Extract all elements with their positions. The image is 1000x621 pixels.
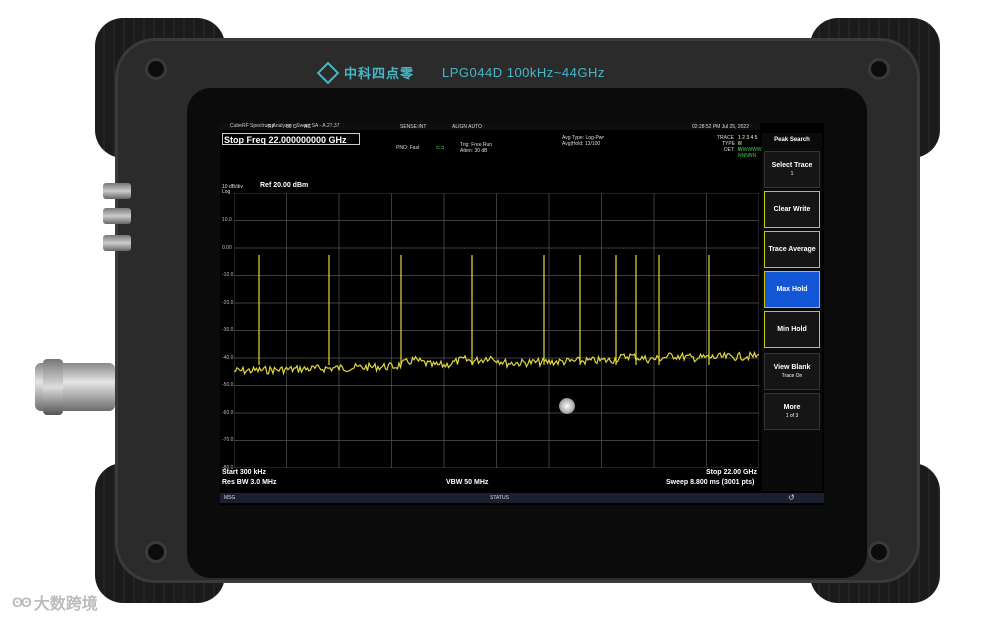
screw-icon — [868, 58, 890, 80]
status-label: STATUS — [490, 495, 509, 501]
status-sense: SENSE:INT — [400, 124, 427, 130]
stop-freq-label: Stop 22.00 GHz — [706, 469, 757, 476]
analyzer-screen: CubeRF Spectrum Analyzer - Swept SA - A.… — [220, 123, 824, 505]
active-function-field[interactable]: Stop Freq 22.000000000 GHz — [222, 133, 360, 145]
view-blank-button[interactable]: View Blank Trace On — [764, 353, 820, 390]
y-tick-label: 0.00 — [222, 244, 232, 251]
start-freq-label: Start 300 kHz — [222, 469, 266, 476]
y-tick-label: -70.0 — [222, 437, 234, 443]
y-tick-label: -30.0 — [222, 327, 234, 333]
softkey-menu-title: Peak Search — [774, 137, 810, 143]
more-button[interactable]: More 1 of 3 — [764, 393, 820, 430]
softkey-label: Trace Average — [768, 246, 816, 253]
status-impedance: 50 Ω — [286, 124, 297, 130]
y-tick-label: -20.0 — [222, 299, 234, 306]
screw-icon — [868, 541, 890, 563]
y-tick-label: -50.0 — [222, 382, 234, 388]
y-tick-label: -60.0 — [222, 409, 234, 416]
y-tick-label: -40.0 — [222, 354, 234, 361]
softkey-label: View Blank — [773, 364, 811, 371]
softkey-panel: Peak Search Select Trace 1 Clear Write T… — [762, 133, 822, 491]
log-label: Log — [222, 189, 231, 195]
brand-logo-icon — [316, 61, 340, 84]
measurement-header: Stop Freq 22.000000000 GHz RF 50 Ω AC SE… — [220, 124, 762, 165]
avg-hold-label: Avg|Hold: 13/100 — [562, 141, 601, 147]
min-hold-button[interactable]: Min Hold — [764, 311, 820, 348]
softkey-label: Select Trace — [771, 162, 813, 169]
vbw-label: VBW 50 MHz — [446, 479, 489, 486]
trace-average-button[interactable]: Trace Average — [764, 231, 820, 268]
model-label: LPG044D 100kHz~44GHz — [442, 65, 605, 80]
softkey-label: More — [783, 404, 801, 411]
connector-port — [103, 183, 131, 199]
window-title: CubeRF Spectrum Analyzer - Swept SA - A.… — [220, 123, 760, 130]
watermark: ʘʘ 大数跨境 — [12, 590, 98, 614]
softkey-label: Max Hold — [776, 286, 808, 293]
screw-icon — [145, 58, 167, 80]
rf-input-connector — [35, 359, 115, 415]
status-rf: RF — [268, 124, 275, 130]
ref-level-label: Ref 20.00 dBm — [260, 182, 309, 189]
clear-write-button[interactable]: Clear Write — [764, 191, 820, 228]
res-bw-label: Res BW 3.0 MHz — [222, 479, 277, 486]
softkey-label: Min Hold — [777, 326, 807, 333]
softkey-sub: Trace On — [781, 373, 803, 379]
datetime-label: 02:28:52 PM Jul 25, 2022 — [692, 124, 749, 130]
brand-logo-text: 中科四点零 — [344, 66, 415, 81]
select-trace-button[interactable]: Select Trace 1 — [764, 151, 820, 188]
watermark-text: 大数跨境 — [33, 596, 98, 613]
status-coupling: AC — [304, 124, 311, 130]
brand-header: 中科四点零 LPG044D 100kHz~44GHz — [316, 61, 605, 84]
det-label: DET — [724, 147, 734, 153]
pno-label: PNO: Fast — [396, 145, 420, 151]
softkey-sub: 1 — [790, 171, 794, 177]
spectrum-plot[interactable] — [234, 193, 759, 468]
touch-cursor-icon — [559, 398, 575, 414]
y-tick-label: 10.0 — [222, 217, 232, 223]
spectrum-trace-svg — [234, 193, 759, 468]
max-hold-button[interactable]: Max Hold — [764, 271, 820, 308]
det-vals: P NNNNN — [738, 147, 757, 159]
back-icon[interactable]: ↺ — [788, 493, 795, 502]
trigger-icon: ⊏⊐ — [436, 145, 445, 151]
atten-label: Atten: 30 dB — [460, 148, 488, 154]
softkey-label: Clear Write — [773, 206, 811, 213]
status-bar: MSG STATUS ↺ — [220, 493, 824, 503]
softkey-sub: 1 of 3 — [785, 413, 799, 419]
connector-port — [103, 208, 131, 224]
sweep-label: Sweep 8.800 ms (3001 pts) — [666, 479, 755, 486]
status-align: ALIGN AUTO — [452, 124, 482, 130]
y-tick-label: -10.0 — [222, 272, 234, 278]
watermark-logo-icon: ʘʘ — [12, 594, 32, 610]
msg-label: MSG — [224, 495, 236, 501]
screw-icon — [145, 541, 167, 563]
connector-port — [103, 235, 131, 251]
